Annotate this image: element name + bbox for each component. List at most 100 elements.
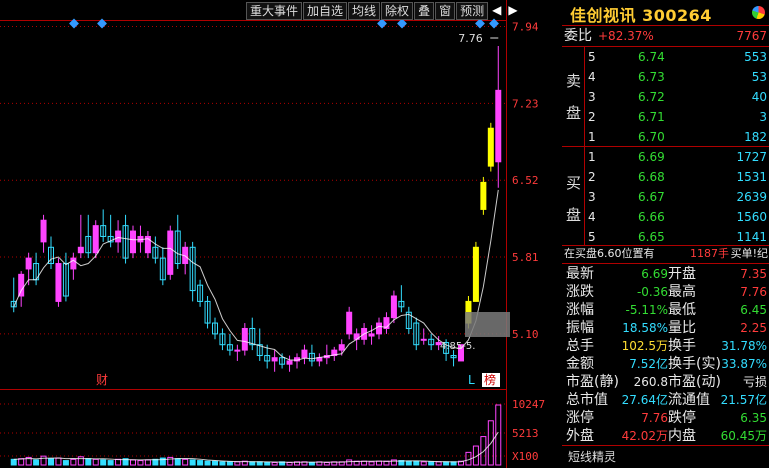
stock-name: 佳创视讯 — [570, 6, 637, 25]
sell-level-price: 6.73 — [638, 70, 665, 84]
volume-bar — [249, 461, 256, 466]
panel-divider — [562, 46, 769, 47]
volume-bar — [77, 456, 84, 466]
stat-v1: 27.64亿 — [621, 393, 668, 407]
stat-v2: 33.87% — [721, 357, 767, 371]
stat-row: 总市值 27.64亿 流通值 21.57亿 — [562, 392, 769, 408]
stat-row: 最新 6.69 开盘 7.35 — [562, 266, 769, 282]
sell-level-lvl: 1 — [588, 130, 596, 144]
stat-v1: -5.11% — [625, 303, 668, 317]
stat-v1: 6.69 — [641, 267, 668, 281]
volume-bar — [204, 460, 211, 466]
stat-row: 金额 7.52亿 换手(实) 33.87% — [562, 356, 769, 372]
notice-notice_vol: 1187手 — [690, 247, 729, 260]
volume-bar — [264, 461, 271, 466]
buy-level-lvl: 5 — [588, 230, 596, 244]
buy-level-vol: 1531 — [736, 170, 767, 184]
candle-body — [241, 327, 248, 351]
candle-body — [40, 219, 47, 243]
volume-bar — [33, 459, 40, 466]
stat-v1: 42.02万 — [621, 429, 668, 443]
candle-body — [495, 89, 502, 163]
candle-body — [77, 246, 84, 254]
toolbar-button-1[interactable]: 加自选 — [303, 2, 348, 20]
volume-bar — [219, 461, 226, 466]
stat-v2: 6.35 — [740, 411, 767, 425]
toolbar-button-2[interactable]: 均线 — [348, 2, 381, 20]
volume-bar — [182, 458, 189, 466]
stat-v2: 亏损 — [742, 375, 767, 389]
candle-body — [420, 338, 427, 341]
stat-l1: 总市值 — [566, 392, 608, 408]
volume-bar — [234, 461, 241, 466]
volume-bar — [107, 460, 114, 466]
volume-bar — [226, 461, 233, 466]
sell-level-vol: 53 — [751, 70, 767, 84]
buy-level: 4 6.66 1560 — [562, 209, 769, 225]
toolbar-button-0[interactable]: 重大事件 — [246, 2, 303, 20]
sell-level-price: 6.74 — [638, 50, 665, 64]
stat-row: 外盘 42.02万 内盘 60.45万 — [562, 428, 769, 444]
candle-body — [92, 225, 99, 254]
next-arrow-icon[interactable]: ▶ — [505, 2, 520, 20]
stat-row: 涨跌 -0.36 最高 7.76 — [562, 284, 769, 300]
short-term-elf-tab[interactable]: 短线精灵 — [568, 448, 616, 465]
toolbar-button-4[interactable]: 叠 — [414, 2, 435, 20]
volume-bar — [286, 461, 293, 466]
sell-level-price: 6.71 — [638, 110, 665, 124]
toolbar-button-6[interactable]: 预测 — [456, 2, 489, 20]
buy-level-price: 6.68 — [638, 170, 665, 184]
stat-l1: 涨幅 — [566, 302, 594, 318]
stat-l2: 内盘 — [668, 428, 696, 444]
buy-level: 3 6.67 2639 — [562, 189, 769, 205]
buy-level-price: 6.67 — [638, 190, 665, 204]
volume-bar — [435, 461, 442, 466]
sell-level-vol: 40 — [751, 90, 767, 104]
volume-bar — [144, 459, 151, 466]
stat-l2: 跌停 — [668, 410, 696, 426]
stat-l1: 外盘 — [566, 428, 594, 444]
toolbar-button-3[interactable]: 除权 — [381, 2, 414, 20]
weibi-pct: +82.37% — [598, 29, 654, 43]
stat-v2: 31.78% — [721, 339, 767, 353]
stat-v1: 260.8 — [633, 375, 668, 389]
price-tick-label: 7.23 — [512, 97, 539, 110]
sell-level: 4 6.73 53 — [562, 69, 769, 85]
stat-v2: 21.57亿 — [720, 393, 767, 407]
bang-marker: 榜 — [484, 372, 496, 387]
sell-level-lvl: 4 — [588, 70, 596, 84]
sell-level: 3 6.72 40 — [562, 89, 769, 105]
volume-bar — [308, 461, 315, 466]
volume-bar — [189, 459, 196, 466]
volume-bar — [405, 460, 412, 466]
candle-body — [115, 230, 122, 243]
notice-notice_tail: 买单!纪 — [730, 247, 768, 260]
volume-bar — [212, 460, 218, 466]
stat-l1: 市盈(静) — [566, 374, 619, 390]
moving-average-line — [13, 189, 499, 361]
toolbar-button-5[interactable]: 窗 — [435, 2, 456, 20]
volume-bar — [85, 458, 92, 466]
volume-bar — [10, 458, 17, 466]
sell-level-lvl: 3 — [588, 90, 596, 104]
buy-level: 5 6.65 1141 — [562, 229, 769, 245]
weibi-row: 委比 +82.37% 7767 — [562, 28, 769, 44]
stat-l1: 涨停 — [566, 410, 594, 426]
sell-level-price: 6.72 — [638, 90, 665, 104]
buy-level-lvl: 4 — [588, 210, 596, 224]
pie-chart-icon[interactable] — [752, 6, 765, 19]
candle-body — [55, 263, 62, 302]
buy-level-vol: 1560 — [736, 210, 767, 224]
stat-l1: 最新 — [566, 266, 594, 282]
sell-level-price: 6.70 — [638, 130, 665, 144]
stat-l2: 换手(实) — [668, 356, 721, 372]
big-order-notice: 在买盘6.60位置有 1187手 买单!纪 — [562, 246, 769, 262]
prev-arrow-icon[interactable]: ◀ — [489, 2, 504, 20]
candle-body — [167, 230, 174, 275]
panel-divider — [562, 146, 769, 147]
volume-bar — [92, 458, 99, 466]
candle-body — [25, 257, 32, 270]
buy-level-vol: 2639 — [736, 190, 767, 204]
stock-title: 佳创视讯 300264 — [570, 2, 712, 26]
volume-ma-line — [13, 431, 499, 463]
